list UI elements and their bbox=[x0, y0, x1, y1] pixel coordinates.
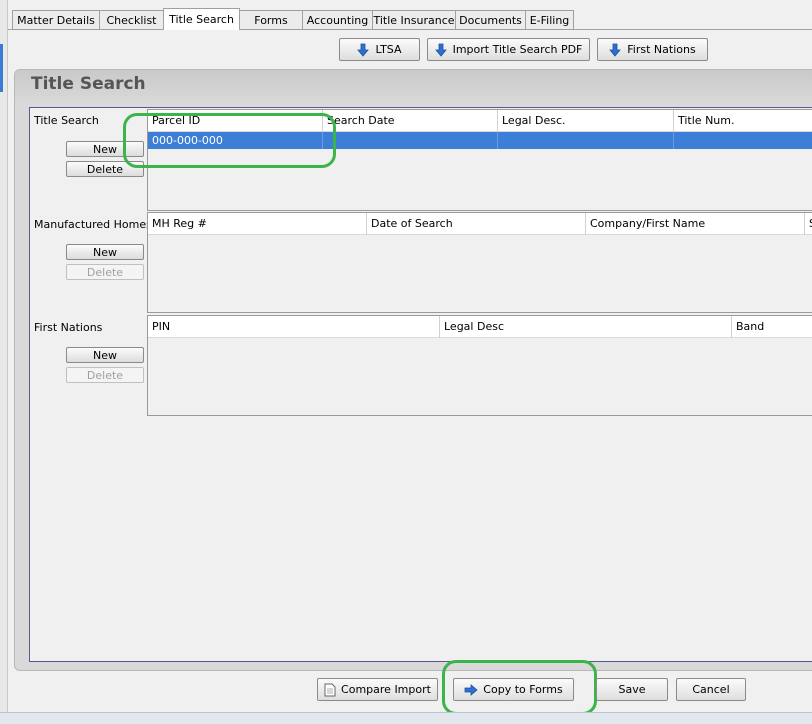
left-edge-strip bbox=[0, 0, 8, 724]
compare-import-label: Compare Import bbox=[341, 683, 431, 696]
tab-divider bbox=[8, 29, 812, 30]
search-date-cell[interactable] bbox=[323, 132, 498, 149]
tab-title-search[interactable]: Title Search bbox=[163, 8, 240, 30]
column-label: PIN bbox=[152, 320, 171, 333]
tab-title-insurance[interactable]: Title Insurance bbox=[372, 10, 456, 29]
column-label: Company/First Name bbox=[590, 217, 706, 230]
tab-label: Matter Details bbox=[17, 13, 95, 27]
column-label: Band bbox=[736, 320, 765, 333]
manufactured-homes-section: Manufactured Homes New Delete MH Reg # D… bbox=[30, 212, 812, 315]
first-nations-new-button[interactable]: New bbox=[66, 347, 144, 363]
first-nations-section: First Nations New Delete PIN Legal Desc … bbox=[30, 315, 812, 418]
cancel-button[interactable]: Cancel bbox=[676, 678, 746, 701]
title-search-delete-button[interactable]: Delete bbox=[66, 161, 144, 177]
column-header-parcel-id[interactable]: Parcel ID bbox=[148, 110, 323, 132]
column-header-legal-desc[interactable]: Legal Desc. bbox=[498, 110, 674, 132]
column-label: MH Reg # bbox=[152, 217, 207, 230]
tab-label: Title Insurance bbox=[373, 13, 455, 27]
delete-label: Delete bbox=[86, 265, 124, 279]
import-label: Import Title Search PDF bbox=[452, 43, 583, 56]
compare-import-button[interactable]: Compare Import bbox=[317, 678, 438, 701]
delete-label: Delete bbox=[86, 368, 124, 382]
save-button[interactable]: Save bbox=[596, 678, 668, 701]
table-row[interactable]: 000-000-000 bbox=[148, 132, 812, 149]
manufactured-homes-label: Manufactured Homes bbox=[34, 218, 152, 231]
column-header-date-of-search[interactable]: Date of Search bbox=[367, 213, 586, 235]
first-nations-label: First Nations bbox=[34, 321, 103, 334]
column-header-truncated[interactable]: S bbox=[805, 213, 812, 235]
save-label: Save bbox=[618, 683, 646, 696]
legal-desc-cell[interactable] bbox=[498, 132, 674, 149]
column-header-title-num[interactable]: Title Num. bbox=[674, 110, 812, 132]
column-label: Legal Desc. bbox=[502, 114, 566, 127]
tab-label: Accounting bbox=[306, 13, 369, 27]
column-label: Date of Search bbox=[371, 217, 453, 230]
title-search-panel: Title Search Title Search New Delete Par… bbox=[14, 69, 812, 671]
column-header-legal-desc[interactable]: Legal Desc bbox=[440, 316, 732, 338]
arrow-down-icon bbox=[609, 43, 622, 57]
import-title-search-pdf-button[interactable]: Import Title Search PDF bbox=[427, 38, 590, 61]
manufactured-homes-new-button[interactable]: New bbox=[66, 244, 144, 260]
panel-title: Title Search bbox=[31, 74, 146, 94]
title-num-cell[interactable] bbox=[674, 132, 812, 149]
ltsa-label: LTSA bbox=[375, 43, 402, 56]
tab-matter-details[interactable]: Matter Details bbox=[12, 10, 100, 29]
grid-header: MH Reg # Date of Search Company/First Na… bbox=[148, 213, 812, 235]
column-header-pin[interactable]: PIN bbox=[148, 316, 440, 338]
column-label: Search Date bbox=[327, 114, 395, 127]
tab-forms[interactable]: Forms bbox=[239, 10, 303, 29]
tab-documents[interactable]: Documents bbox=[455, 10, 526, 29]
manufactured-homes-grid: MH Reg # Date of Search Company/First Na… bbox=[147, 212, 812, 313]
first-nations-grid: PIN Legal Desc Band bbox=[147, 315, 812, 416]
column-header-mh-reg[interactable]: MH Reg # bbox=[148, 213, 367, 235]
first-nations-label: First Nations bbox=[627, 43, 696, 56]
tab-label: Checklist bbox=[106, 13, 157, 27]
tab-label: Title Search bbox=[169, 13, 234, 26]
arrow-down-icon bbox=[357, 43, 370, 57]
first-nations-delete-button[interactable]: Delete bbox=[66, 367, 144, 383]
arrow-down-icon bbox=[434, 43, 447, 57]
title-search-label: Title Search bbox=[34, 114, 99, 127]
tab-checklist[interactable]: Checklist bbox=[99, 10, 164, 29]
tab-label: Documents bbox=[459, 13, 522, 27]
manufactured-homes-delete-button[interactable]: Delete bbox=[66, 264, 144, 280]
first-nations-button[interactable]: First Nations bbox=[597, 38, 708, 61]
panel-body: Title Search New Delete Parcel ID Search… bbox=[29, 107, 812, 662]
document-icon bbox=[324, 683, 336, 696]
new-label: New bbox=[93, 142, 117, 156]
copy-to-forms-label: Copy to Forms bbox=[483, 683, 563, 696]
column-header-band[interactable]: Band bbox=[732, 316, 812, 338]
title-search-section: Title Search New Delete Parcel ID Search… bbox=[30, 108, 812, 211]
ltsa-button[interactable]: LTSA bbox=[339, 38, 420, 61]
new-label: New bbox=[93, 348, 117, 362]
tab-label: E-Filing bbox=[529, 13, 570, 27]
panel-header: Title Search bbox=[15, 70, 812, 106]
column-label: Title Num. bbox=[678, 114, 735, 127]
copy-to-forms-button[interactable]: Copy to Forms bbox=[453, 678, 574, 701]
title-search-grid: Parcel ID Search Date Legal Desc. Title … bbox=[147, 109, 812, 211]
delete-label: Delete bbox=[86, 162, 124, 176]
column-header-company-first-name[interactable]: Company/First Name bbox=[586, 213, 805, 235]
left-selection-marker bbox=[0, 44, 3, 92]
status-strip bbox=[0, 712, 812, 724]
column-label: Parcel ID bbox=[152, 114, 201, 127]
title-search-new-button[interactable]: New bbox=[66, 141, 144, 157]
tab-label: Forms bbox=[254, 13, 288, 27]
tab-strip: Matter Details Checklist Title Search Fo… bbox=[12, 8, 574, 30]
cancel-label: Cancel bbox=[692, 683, 730, 696]
tab-e-filing[interactable]: E-Filing bbox=[525, 10, 574, 29]
parcel-id-cell[interactable]: 000-000-000 bbox=[148, 132, 323, 149]
new-label: New bbox=[93, 245, 117, 259]
arrow-right-icon bbox=[464, 683, 478, 696]
tab-accounting[interactable]: Accounting bbox=[302, 10, 373, 29]
grid-header: PIN Legal Desc Band bbox=[148, 316, 812, 338]
grid-header: Parcel ID Search Date Legal Desc. Title … bbox=[148, 110, 812, 132]
column-header-search-date[interactable]: Search Date bbox=[323, 110, 498, 132]
column-label: Legal Desc bbox=[444, 320, 504, 333]
